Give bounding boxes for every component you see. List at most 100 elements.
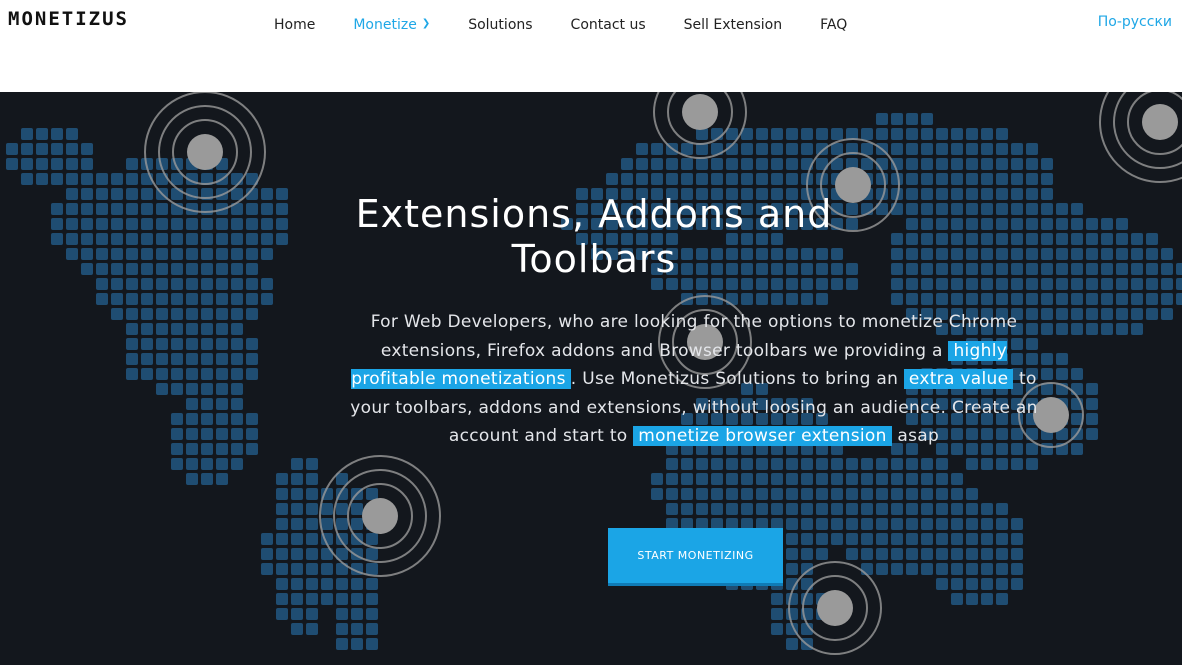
map-dot bbox=[771, 458, 783, 470]
map-dot bbox=[366, 488, 378, 500]
map-dot bbox=[771, 623, 783, 635]
map-dot bbox=[231, 353, 243, 365]
map-dot bbox=[336, 518, 348, 530]
map-dot bbox=[51, 143, 63, 155]
map-dot bbox=[801, 128, 813, 140]
map-dot bbox=[936, 278, 948, 290]
map-dot bbox=[81, 158, 93, 170]
map-dot bbox=[936, 218, 948, 230]
map-dot bbox=[756, 473, 768, 485]
map-dot bbox=[291, 593, 303, 605]
map-dot bbox=[1116, 263, 1128, 275]
map-dot bbox=[336, 593, 348, 605]
map-dot bbox=[126, 158, 138, 170]
map-dot bbox=[291, 488, 303, 500]
map-dot bbox=[951, 158, 963, 170]
map-dot bbox=[51, 218, 63, 230]
map-dot bbox=[756, 158, 768, 170]
site-logo[interactable]: MONETIZUS bbox=[8, 8, 129, 30]
map-dot bbox=[681, 173, 693, 185]
site-header: MONETIZUS Home Monetize ❯ Solutions Cont… bbox=[0, 0, 1182, 92]
map-dot bbox=[966, 488, 978, 500]
map-dot bbox=[936, 158, 948, 170]
map-dot bbox=[786, 128, 798, 140]
map-dot bbox=[261, 248, 273, 260]
map-dot bbox=[756, 488, 768, 500]
map-dot bbox=[126, 218, 138, 230]
map-dot bbox=[156, 353, 168, 365]
map-dot bbox=[156, 218, 168, 230]
map-dot bbox=[936, 518, 948, 530]
map-dot bbox=[336, 638, 348, 650]
map-dot bbox=[681, 458, 693, 470]
map-dot bbox=[1086, 323, 1098, 335]
nav-solutions[interactable]: Solutions bbox=[468, 16, 532, 34]
map-dot bbox=[816, 503, 828, 515]
map-dot bbox=[96, 263, 108, 275]
map-dot bbox=[681, 143, 693, 155]
map-dot bbox=[216, 443, 228, 455]
nav-home[interactable]: Home bbox=[274, 16, 315, 34]
map-dot bbox=[201, 323, 213, 335]
map-dot bbox=[966, 173, 978, 185]
map-dot bbox=[1146, 233, 1158, 245]
map-dot bbox=[1146, 248, 1158, 260]
map-dot bbox=[66, 248, 78, 260]
map-dot bbox=[156, 383, 168, 395]
map-dot bbox=[231, 428, 243, 440]
map-dot bbox=[141, 338, 153, 350]
map-dot bbox=[366, 533, 378, 545]
map-dot bbox=[336, 608, 348, 620]
map-dot bbox=[246, 278, 258, 290]
map-dot bbox=[876, 533, 888, 545]
map-dot bbox=[1071, 323, 1083, 335]
map-dot bbox=[1056, 308, 1068, 320]
map-dot bbox=[1041, 353, 1053, 365]
map-dot bbox=[936, 248, 948, 260]
map-dot bbox=[231, 263, 243, 275]
nav-monetize[interactable]: Monetize ❯ bbox=[353, 16, 430, 34]
map-dot bbox=[186, 338, 198, 350]
nav-contact-us[interactable]: Contact us bbox=[571, 16, 646, 34]
map-dot bbox=[171, 428, 183, 440]
map-dot bbox=[966, 203, 978, 215]
language-switch-link[interactable]: По-русски bbox=[1098, 14, 1172, 30]
hero-title: Extensions, Addons and Toolbars bbox=[355, 192, 833, 281]
map-dot bbox=[111, 278, 123, 290]
nav-faq[interactable]: FAQ bbox=[820, 16, 847, 34]
map-dot bbox=[876, 458, 888, 470]
map-dot bbox=[1041, 233, 1053, 245]
hero-text-part: asap bbox=[897, 426, 940, 446]
map-dot bbox=[951, 278, 963, 290]
map-dot bbox=[636, 143, 648, 155]
map-dot bbox=[876, 113, 888, 125]
map-dot bbox=[1161, 263, 1173, 275]
map-dot bbox=[1176, 263, 1182, 275]
map-dot bbox=[711, 173, 723, 185]
nav-sell-extension[interactable]: Sell Extension bbox=[684, 16, 782, 34]
pulse-marker-icon bbox=[319, 455, 441, 577]
map-dot bbox=[216, 233, 228, 245]
map-dot bbox=[786, 548, 798, 560]
map-dot bbox=[201, 473, 213, 485]
map-dot bbox=[906, 503, 918, 515]
map-dot bbox=[96, 278, 108, 290]
hero-text-part: . Use Monetizus Solutions to bring an bbox=[570, 369, 899, 389]
map-dot bbox=[231, 308, 243, 320]
map-dot bbox=[861, 128, 873, 140]
start-monetizing-button[interactable]: START MONETIZING bbox=[608, 528, 783, 586]
map-dot bbox=[216, 353, 228, 365]
map-dot bbox=[921, 473, 933, 485]
map-dot bbox=[336, 623, 348, 635]
map-dot bbox=[906, 233, 918, 245]
map-dot bbox=[771, 173, 783, 185]
map-dot bbox=[171, 338, 183, 350]
map-dot bbox=[996, 218, 1008, 230]
map-dot bbox=[366, 608, 378, 620]
map-dot bbox=[351, 608, 363, 620]
map-dot bbox=[1056, 278, 1068, 290]
map-dot bbox=[261, 203, 273, 215]
map-dot bbox=[861, 473, 873, 485]
map-dot bbox=[186, 443, 198, 455]
map-dot bbox=[171, 188, 183, 200]
